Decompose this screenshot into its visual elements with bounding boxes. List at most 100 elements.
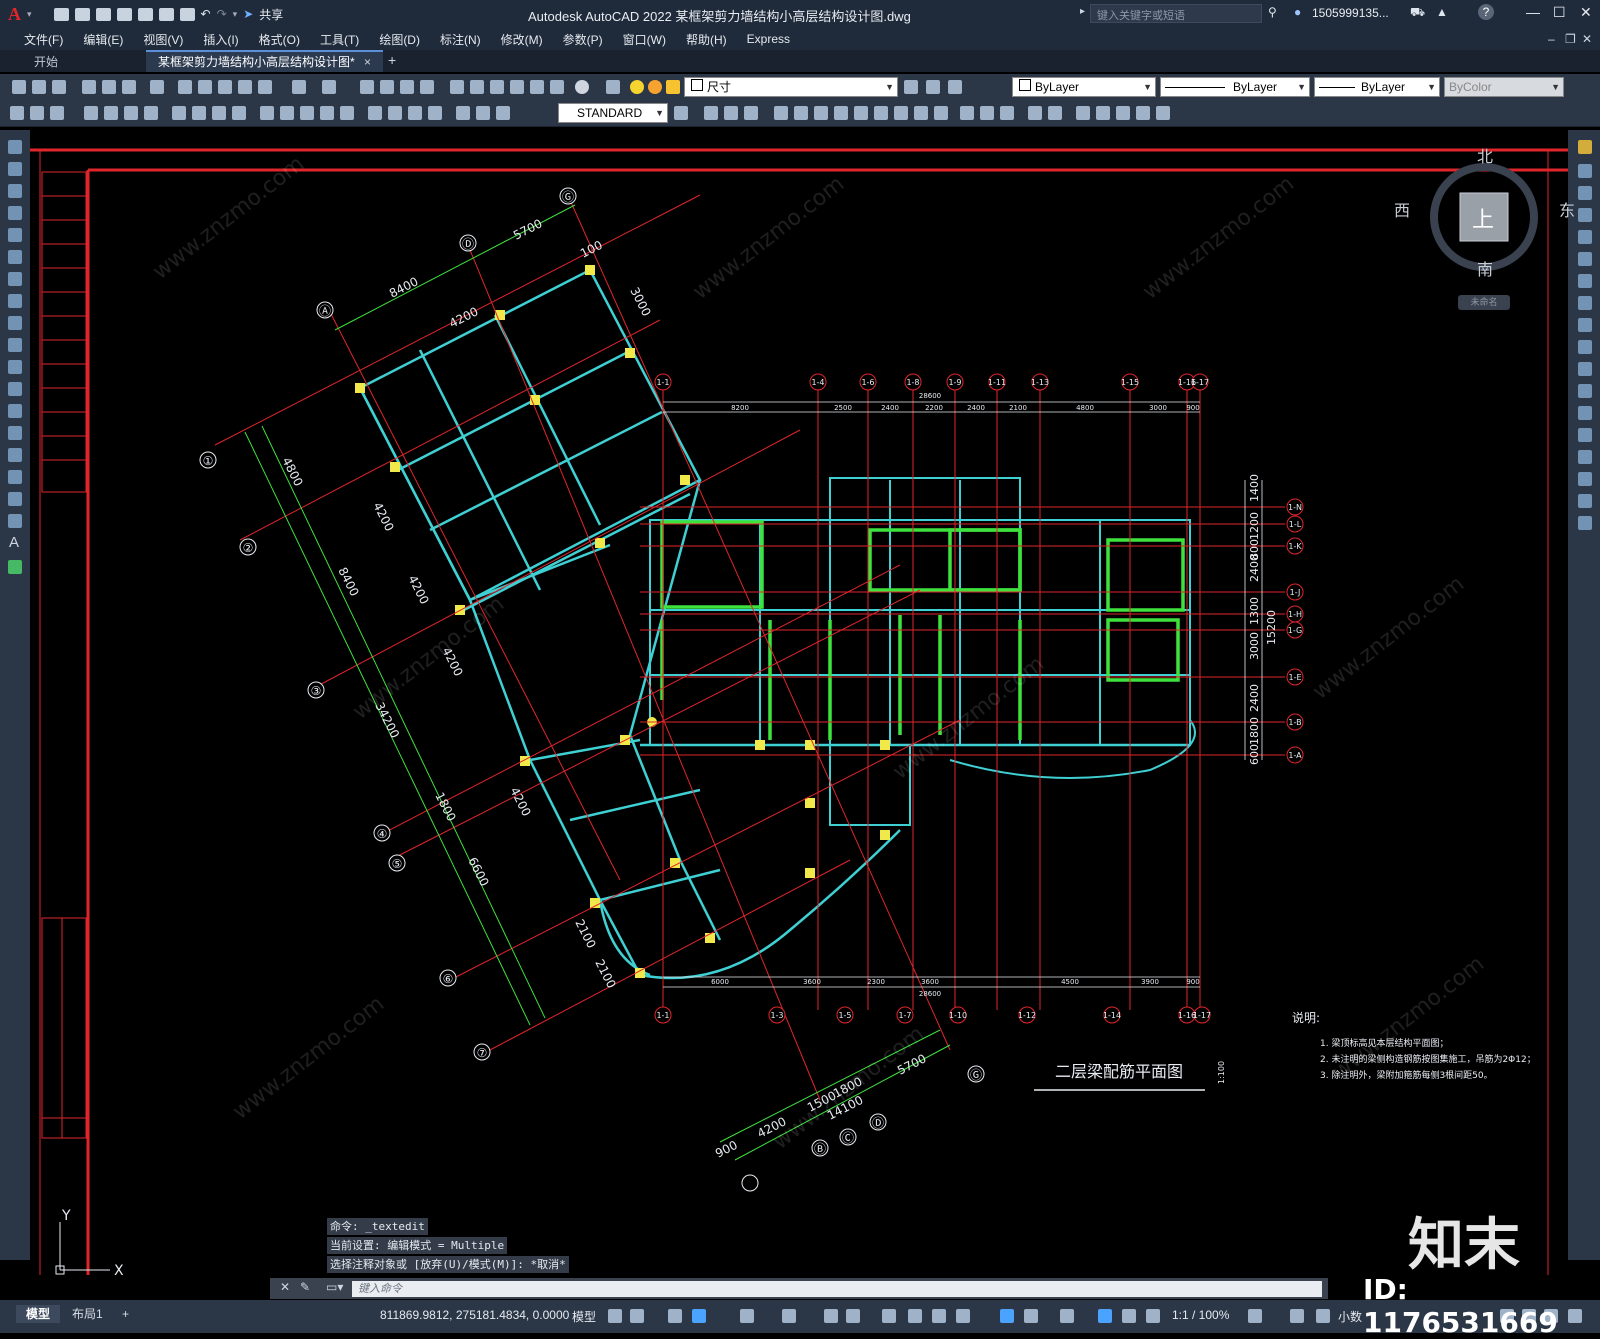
make-block-icon[interactable] (8, 404, 22, 418)
search-expand-icon[interactable]: ▸ (1080, 6, 1085, 17)
grid-icon[interactable] (608, 1309, 622, 1323)
break-icon[interactable] (1578, 406, 1592, 420)
user-icon[interactable]: ● (1294, 5, 1301, 19)
offset-icon[interactable] (1578, 208, 1592, 222)
mtext-icon[interactable]: A (9, 534, 19, 551)
polar-icon[interactable] (740, 1309, 754, 1323)
save-icon[interactable] (95, 7, 111, 21)
undo-icon[interactable]: ↶ (201, 7, 211, 21)
cut-icon[interactable] (178, 80, 192, 94)
center-mark-icon[interactable] (388, 106, 402, 120)
tool-palettes-icon[interactable] (490, 80, 504, 94)
auto-scale-icon[interactable] (1122, 1309, 1136, 1323)
break-icon[interactable] (914, 106, 928, 120)
print-icon[interactable] (82, 80, 96, 94)
linear-dim-icon[interactable] (84, 106, 98, 120)
point-icon[interactable] (8, 426, 22, 440)
plotstyle-combo[interactable]: ByColor ▼ (1444, 77, 1564, 97)
selection-cycling-icon[interactable] (932, 1309, 946, 1323)
isodraft-icon[interactable] (782, 1309, 796, 1323)
autodesk-app-icon[interactable]: ▲ (1436, 5, 1448, 19)
add-layout-button[interactable]: + (112, 1305, 139, 1323)
selection-filter-icon[interactable] (1024, 1309, 1038, 1323)
copy-object-icon[interactable] (724, 106, 738, 120)
angular-dim-icon[interactable] (232, 106, 246, 120)
rectangle-icon[interactable] (8, 228, 22, 242)
layer-previous-icon[interactable] (926, 80, 940, 94)
spline-icon[interactable] (8, 316, 22, 330)
move-icon[interactable] (704, 106, 718, 120)
layer-lock-icon[interactable] (666, 80, 680, 94)
offset-icon[interactable] (774, 106, 788, 120)
menu-format[interactable]: 格式(O) (249, 31, 310, 48)
undo-icon[interactable] (292, 80, 306, 94)
menu-view[interactable]: 视图(V) (133, 31, 193, 48)
polygon-icon[interactable] (8, 206, 22, 220)
snap-icon[interactable] (630, 1309, 644, 1323)
tolerance-icon[interactable] (368, 106, 382, 120)
array-icon[interactable] (1578, 230, 1592, 244)
extend-icon[interactable] (1578, 362, 1592, 376)
annotation-scale-icon[interactable] (1146, 1309, 1160, 1323)
fillet-icon[interactable] (1578, 472, 1592, 486)
bring-front-icon[interactable] (1048, 106, 1062, 120)
linetype-combo[interactable]: ByLayer ▼ (1160, 77, 1310, 97)
zoom-realtime-icon[interactable] (380, 80, 394, 94)
ortho-icon[interactable] (692, 1309, 706, 1323)
make-current-layer-icon[interactable] (904, 80, 918, 94)
viewcube-south[interactable]: 南 (1477, 256, 1493, 280)
units-icon[interactable] (1316, 1309, 1330, 1323)
revcloud-icon[interactable] (8, 294, 22, 308)
units-readout[interactable]: 小数 (1338, 1308, 1362, 1325)
menu-file[interactable]: 文件(F) (14, 31, 73, 48)
command-input[interactable]: 键入命令 (352, 1281, 1322, 1297)
hatch-icon[interactable] (8, 448, 22, 462)
menu-modify[interactable]: 修改(M) (491, 31, 553, 48)
explode-icon[interactable] (1000, 106, 1014, 120)
workspace-icon[interactable] (1248, 1309, 1262, 1323)
mirror-icon[interactable] (744, 106, 758, 120)
object-snap-tracking-icon[interactable] (824, 1309, 838, 1323)
transparency-icon[interactable] (908, 1309, 922, 1323)
text-edit-icon[interactable] (30, 106, 44, 120)
menu-help[interactable]: 帮助(H) (676, 31, 737, 48)
move-icon[interactable] (1578, 252, 1592, 266)
autocad-logo-icon[interactable]: A (8, 4, 21, 25)
dimstyle-combo[interactable]: STANDARD ▼ (558, 103, 668, 123)
save-web-icon[interactable] (158, 7, 174, 21)
redo-icon[interactable]: ↷ (217, 7, 227, 21)
blend-icon[interactable] (1578, 494, 1592, 508)
object-snap-icon[interactable] (846, 1309, 860, 1323)
stretch-icon[interactable] (854, 106, 868, 120)
customize-chevron-icon[interactable]: ▾ (233, 9, 238, 20)
aligned-dim-icon[interactable] (104, 106, 118, 120)
doc-minimize-icon[interactable]: – (1548, 32, 1555, 46)
annotation-visibility-icon[interactable] (1098, 1309, 1112, 1323)
dim-text-edit-icon[interactable] (476, 106, 490, 120)
new-file-icon[interactable] (53, 7, 69, 21)
viewcube-north[interactable]: 北 (1477, 143, 1493, 167)
mirror-icon[interactable] (1578, 186, 1592, 200)
print-preview-icon[interactable] (102, 80, 116, 94)
help-icon[interactable] (575, 80, 589, 94)
doc-close-icon[interactable]: ✕ (1582, 32, 1592, 46)
circle-icon[interactable] (8, 272, 22, 286)
menu-window[interactable]: 窗口(W) (613, 31, 676, 48)
tab-document[interactable]: 某框架剪力墙结构小高层结构设计图* × (146, 50, 384, 72)
chamfer-icon[interactable] (960, 106, 974, 120)
color-combo[interactable]: ByLayer ▼ (1012, 77, 1156, 97)
copy-icon[interactable] (198, 80, 212, 94)
open-web-icon[interactable] (137, 7, 153, 21)
chamfer-icon[interactable] (1578, 450, 1592, 464)
annotation-scale[interactable]: 1:1 / 100% (1172, 1308, 1229, 1322)
sheet-set-icon[interactable] (510, 80, 524, 94)
viewcube-west[interactable]: 西 (1394, 197, 1410, 221)
coordinates-readout[interactable]: 811869.9812, 275181.4834, 0.0000 (380, 1308, 569, 1322)
stretch-icon[interactable] (1578, 318, 1592, 332)
insert-block-icon[interactable] (8, 382, 22, 396)
diameter-dim-icon[interactable] (212, 106, 226, 120)
open-icon[interactable] (32, 80, 46, 94)
help-icon[interactable]: ? (1478, 4, 1494, 20)
new-icon[interactable] (12, 80, 26, 94)
share-icon[interactable]: ➤ (243, 7, 253, 21)
